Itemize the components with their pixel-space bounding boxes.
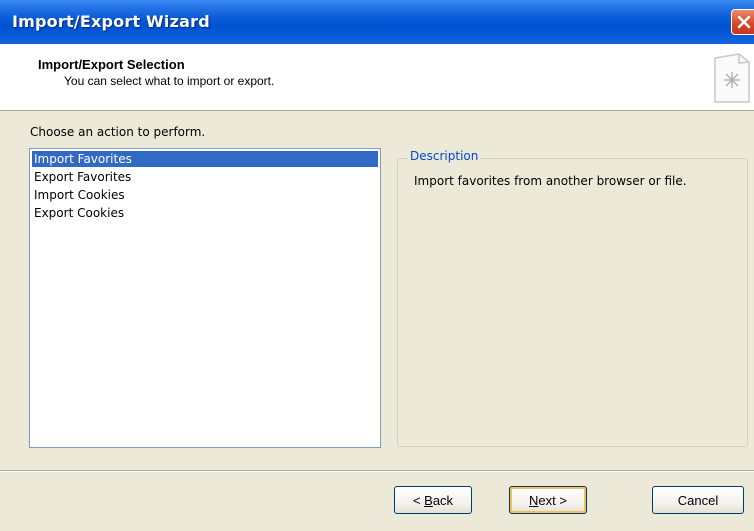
back-rest: ack	[432, 492, 454, 508]
cancel-button[interactable]: Cancel	[652, 486, 744, 514]
next-button[interactable]: Next >	[509, 486, 587, 514]
back-mnemonic: B	[424, 492, 433, 508]
list-item-export-cookies[interactable]: Export Cookies	[32, 205, 378, 221]
title-bar[interactable]: Import/Export Wizard	[0, 0, 754, 44]
window-title: Import/Export Wizard	[12, 12, 210, 31]
list-item-import-cookies[interactable]: Import Cookies	[32, 187, 378, 203]
back-button[interactable]: < Back	[394, 486, 472, 514]
next-rest: ext >	[538, 492, 567, 508]
wizard-header: Import/Export Selection You can select w…	[0, 44, 754, 111]
wizard-window: Import/Export Wizard Import/Export Selec…	[0, 0, 754, 531]
description-label: Description	[408, 149, 481, 163]
action-listbox[interactable]: Import Favorites Export Favorites Import…	[29, 148, 381, 448]
next-mnemonic: N	[529, 492, 539, 508]
button-separator	[0, 470, 754, 472]
header-subtitle: You can select what to import or export.	[64, 74, 275, 88]
close-icon	[737, 15, 751, 29]
list-item-import-favorites[interactable]: Import Favorites	[32, 151, 378, 167]
list-item-export-favorites[interactable]: Export Favorites	[32, 169, 378, 185]
choose-action-label: Choose an action to perform.	[30, 125, 206, 139]
back-prefix: <	[412, 492, 425, 508]
description-groupbox	[397, 158, 748, 447]
close-button[interactable]	[731, 9, 754, 35]
document-icon	[714, 53, 750, 103]
description-text: Import favorites from another browser or…	[414, 174, 687, 188]
header-title: Import/Export Selection	[38, 57, 185, 72]
